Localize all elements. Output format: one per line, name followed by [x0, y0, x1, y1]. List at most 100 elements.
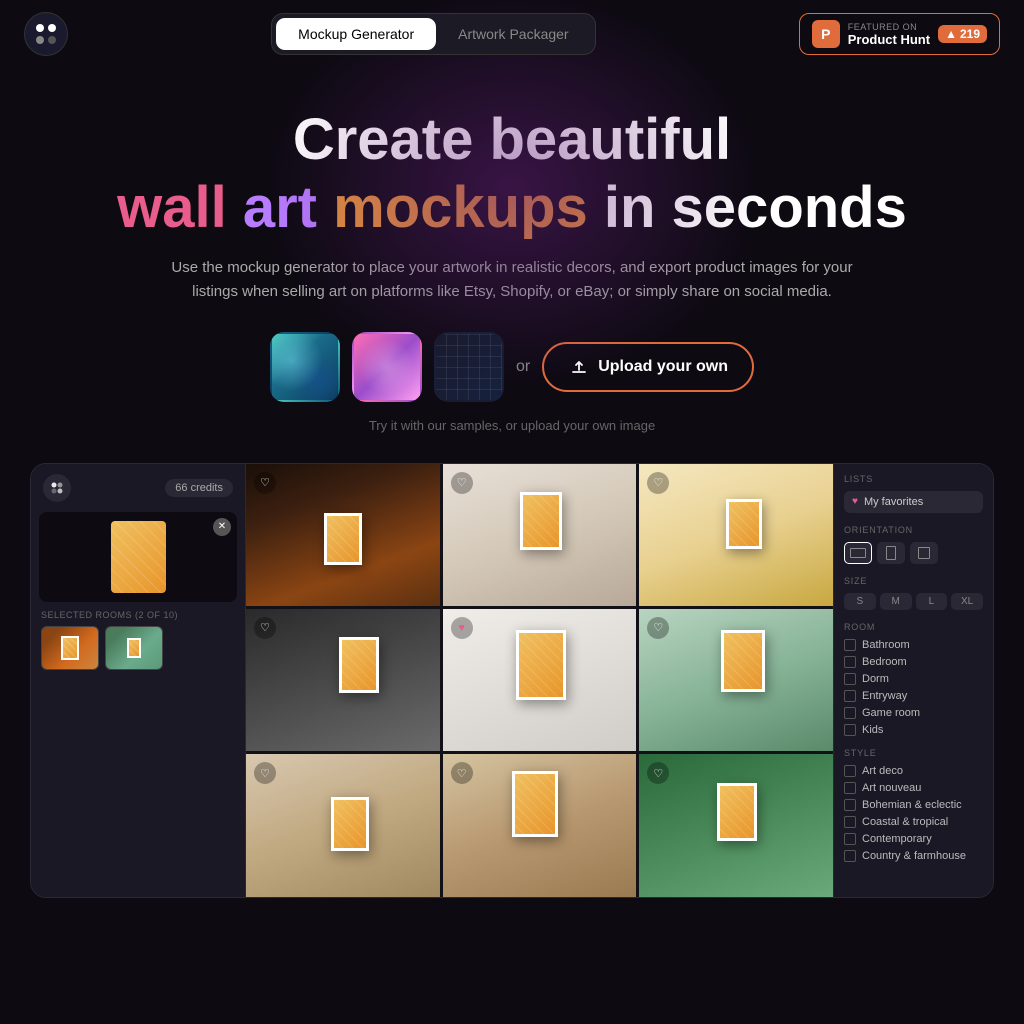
style-filter-artdeco[interactable]: Art deco	[844, 765, 983, 777]
filter-room-section: ROOM Bathroom Bedroom Dorm Entryway Game…	[844, 622, 983, 736]
checkbox-dorm[interactable]	[844, 673, 856, 685]
grid-cell-8[interactable]: ♡	[443, 754, 637, 896]
room-label-dorm: Dorm	[862, 673, 889, 685]
selected-rooms-label: SELECTED ROOMS (2 OF 10)	[31, 610, 245, 626]
grid-cell-3[interactable]: ♡	[639, 464, 833, 606]
portrait-icon	[886, 546, 896, 560]
room-label-entryway: Entryway	[862, 690, 907, 702]
checkbox-gameroom[interactable]	[844, 707, 856, 719]
checkbox-artdeco[interactable]	[844, 765, 856, 777]
room-filter-bedroom[interactable]: Bedroom	[844, 656, 983, 668]
size-buttons: S M L XL	[844, 593, 983, 610]
favorite-icon-9[interactable]: ♡	[647, 762, 669, 784]
grid-cell-6[interactable]: ♡	[639, 609, 833, 751]
size-m-btn[interactable]: M	[880, 593, 912, 610]
sample-image-1[interactable]	[270, 332, 340, 402]
grid-cell-2[interactable]: ♡	[443, 464, 637, 606]
style-filter-artnouveau[interactable]: Art nouveau	[844, 782, 983, 794]
ph-featured-label: FEATURED ON	[848, 22, 930, 32]
landscape-icon	[850, 548, 866, 558]
favorite-icon-7[interactable]: ♡	[254, 762, 276, 784]
style-filter-coastal[interactable]: Coastal & tropical	[844, 816, 983, 828]
grid-cell-5[interactable]: ♥	[443, 609, 637, 751]
panel-header: 66 credits	[31, 464, 245, 512]
artwork-upload-area[interactable]: ✕	[39, 512, 237, 602]
sample-images-row: or Upload your own	[20, 332, 1004, 402]
filter-size-title: SIZE	[844, 576, 983, 586]
checkbox-kids[interactable]	[844, 724, 856, 736]
room-thumb-2[interactable]	[105, 626, 163, 670]
hero-subtitle: Use the mockup generator to place your a…	[162, 256, 862, 304]
sample-image-3[interactable]	[434, 332, 504, 402]
room-thumb-1[interactable]	[41, 626, 99, 670]
square-icon	[918, 547, 930, 559]
hero-word-mockups: mockups	[333, 175, 588, 240]
grid-cell-7[interactable]: ♡	[246, 754, 440, 896]
room-label-kids: Kids	[862, 724, 883, 736]
size-l-btn[interactable]: L	[916, 593, 948, 610]
hero-word-wall: wall	[117, 175, 227, 240]
orient-landscape-btn[interactable]	[844, 542, 872, 564]
room-filter-bathroom[interactable]: Bathroom	[844, 639, 983, 651]
heart-icon-small: ♥	[852, 496, 858, 507]
checkbox-entryway[interactable]	[844, 690, 856, 702]
checkbox-artnouveau[interactable]	[844, 782, 856, 794]
favorite-icon-2[interactable]: ♡	[451, 472, 473, 494]
filter-style-title: STYLE	[844, 748, 983, 758]
orient-square-btn[interactable]	[910, 542, 938, 564]
hero-section: Create beautiful wall art mockups in sec…	[0, 68, 1024, 453]
checkbox-coastal[interactable]	[844, 816, 856, 828]
hero-word-in-seconds: in seconds	[604, 175, 907, 240]
style-filter-bohemian[interactable]: Bohemian & eclectic	[844, 799, 983, 811]
favorite-icon-4[interactable]: ♡	[254, 617, 276, 639]
tab-artwork-packager[interactable]: Artwork Packager	[436, 18, 590, 50]
nav-tabs: Mockup Generator Artwork Packager	[271, 13, 595, 55]
style-label-contemporary: Contemporary	[862, 833, 932, 845]
favorite-icon-1[interactable]: ♡	[254, 472, 276, 494]
room-label-bathroom: Bathroom	[862, 639, 910, 651]
app-logo[interactable]	[24, 12, 68, 56]
room-filter-dorm[interactable]: Dorm	[844, 673, 983, 685]
checkbox-bohemian[interactable]	[844, 799, 856, 811]
favorite-icon-6[interactable]: ♡	[647, 617, 669, 639]
upload-button[interactable]: Upload your own	[542, 342, 754, 392]
room-filter-kids[interactable]: Kids	[844, 724, 983, 736]
style-label-country: Country & farmhouse	[862, 850, 966, 862]
filter-orientation-title: ORIENTATION	[844, 525, 983, 535]
room-filter-gameroom[interactable]: Game room	[844, 707, 983, 719]
favorite-icon-8[interactable]: ♡	[451, 762, 473, 784]
hero-word-art: art	[243, 175, 317, 240]
left-panel: 66 credits ✕ SELECTED ROOMS (2 OF 10)	[31, 464, 246, 897]
size-xl-btn[interactable]: XL	[951, 593, 983, 610]
navbar: Mockup Generator Artwork Packager P FEAT…	[0, 0, 1024, 68]
room-thumbs-row	[31, 626, 245, 670]
grid-cell-4[interactable]: ♡	[246, 609, 440, 751]
favorite-icon-5[interactable]: ♥	[451, 617, 473, 639]
ph-name-label: Product Hunt	[848, 32, 930, 47]
product-hunt-badge[interactable]: P FEATURED ON Product Hunt ▲ 219	[799, 13, 1000, 55]
logo-icon	[36, 24, 56, 44]
delete-artwork-button[interactable]: ✕	[213, 518, 231, 536]
checkbox-contemporary[interactable]	[844, 833, 856, 845]
room-filter-entryway[interactable]: Entryway	[844, 690, 983, 702]
style-label-artdeco: Art deco	[862, 765, 903, 777]
app-preview: 66 credits ✕ SELECTED ROOMS (2 OF 10)	[30, 463, 994, 898]
product-hunt-text: FEATURED ON Product Hunt	[848, 22, 930, 47]
checkbox-bathroom[interactable]	[844, 639, 856, 651]
favorite-icon-3[interactable]: ♡	[647, 472, 669, 494]
style-filter-country[interactable]: Country & farmhouse	[844, 850, 983, 862]
grid-cell-1[interactable]: ♡	[246, 464, 440, 606]
checkbox-bedroom[interactable]	[844, 656, 856, 668]
grid-cell-9[interactable]: ♡	[639, 754, 833, 896]
tab-mockup-generator[interactable]: Mockup Generator	[276, 18, 436, 50]
style-filter-contemporary[interactable]: Contemporary	[844, 833, 983, 845]
upload-icon	[568, 356, 590, 378]
style-label-bohemian: Bohemian & eclectic	[862, 799, 962, 811]
orient-portrait-btn[interactable]	[877, 542, 905, 564]
size-s-btn[interactable]: S	[844, 593, 876, 610]
filter-room-title: ROOM	[844, 622, 983, 632]
sample-image-2[interactable]	[352, 332, 422, 402]
filter-style-section: STYLE Art deco Art nouveau Bohemian & ec…	[844, 748, 983, 862]
checkbox-country[interactable]	[844, 850, 856, 862]
my-favorites-btn[interactable]: ♥ My favorites	[844, 491, 983, 513]
